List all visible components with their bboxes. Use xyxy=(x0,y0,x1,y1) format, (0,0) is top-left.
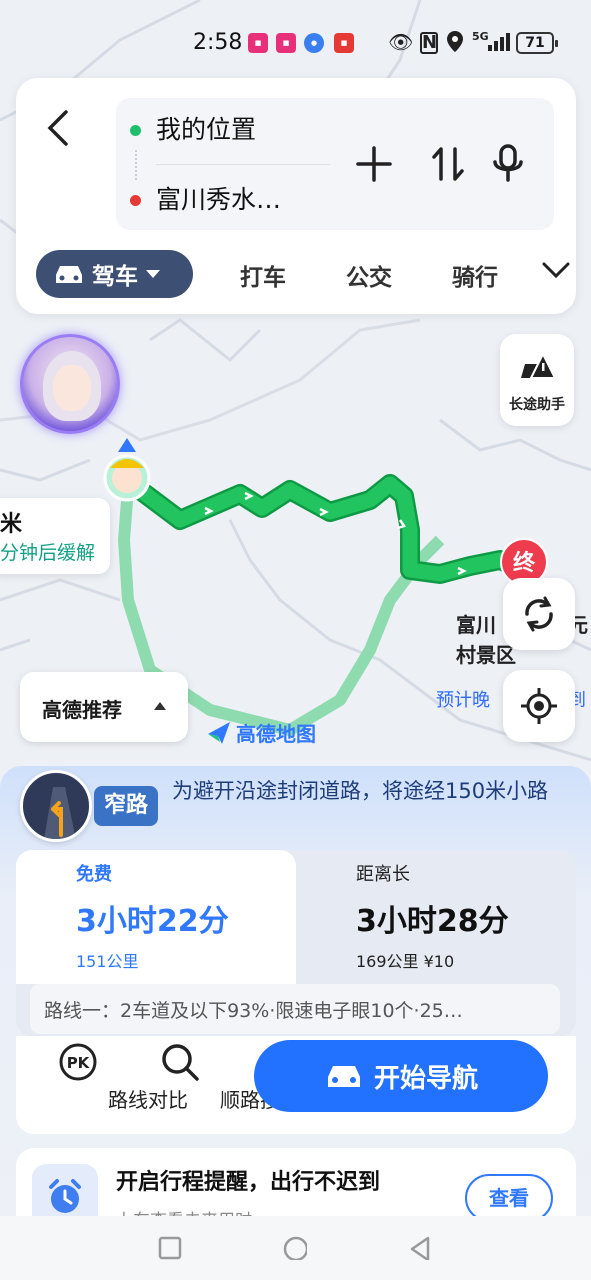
route-2-distance: 169公里 ¥10 xyxy=(356,952,455,971)
action-bar: PK 路线对比 顺路搜 开始导航 xyxy=(16,1036,576,1134)
status-bar: 2:58 ■ ■ ● ■ 👁 N 5G 71 xyxy=(0,28,591,60)
tab-cycling[interactable]: 骑行 xyxy=(452,258,498,292)
travel-mode-tabs: 驾车 打车 公交 骑行 xyxy=(36,248,576,298)
destination-text: 富川秀水… xyxy=(156,185,282,214)
route-search-card: 我的位置 富川秀水… 驾车 打车 公交 骑行 xyxy=(16,78,576,314)
traffic-callout[interactable]: 米 分钟后缓解 xyxy=(0,498,110,574)
eta-text: 预计晚 xyxy=(436,690,490,711)
destination-dot xyxy=(130,195,141,206)
system-nav-bar xyxy=(0,1216,591,1280)
more-modes-button[interactable] xyxy=(541,260,571,284)
input-divider xyxy=(156,164,330,165)
route-1-distance: 151公里 xyxy=(76,952,139,971)
amap-logo-icon xyxy=(208,721,230,744)
amap-logo-text: 高德地图 xyxy=(236,722,316,746)
route-details[interactable]: 路线一：2车道及以下93%·限速电子眼10个·25… xyxy=(30,984,560,1034)
tab-drive[interactable]: 驾车 xyxy=(36,250,193,298)
refresh-route-button[interactable] xyxy=(503,578,575,650)
search-icon xyxy=(162,1044,199,1081)
caret-up-icon xyxy=(154,702,166,710)
along-route-search-button[interactable]: 顺路搜 xyxy=(130,1036,280,1112)
pk-icon: PK xyxy=(59,1043,97,1081)
tab-taxi[interactable]: 打车 xyxy=(240,258,286,292)
chevron-down-icon xyxy=(542,262,570,279)
tab-drive-label: 驾车 xyxy=(92,264,138,290)
crosshair-icon xyxy=(521,688,557,724)
origin-field[interactable]: 我的位置 xyxy=(130,110,350,150)
traffic-distance: 米 xyxy=(0,512,23,537)
long-trip-helper-label: 长途助手 xyxy=(509,397,565,413)
swap-button[interactable] xyxy=(426,142,470,186)
location-pin-icon xyxy=(103,438,151,502)
back-arrow-icon xyxy=(47,110,68,146)
narrow-road-badge: 窄路 xyxy=(94,786,158,826)
app-icon-1: ■ xyxy=(248,33,268,53)
current-location-marker xyxy=(100,436,154,504)
swap-icon xyxy=(432,147,464,181)
route-inputs: 我的位置 富川秀水… xyxy=(116,98,554,230)
refresh-icon xyxy=(525,596,553,632)
avatar-face xyxy=(53,365,91,411)
narrow-road-icon xyxy=(20,770,92,842)
route-option-1[interactable]: 免费 3小时22分 151公里 xyxy=(16,850,296,984)
app-icon-4: ■ xyxy=(334,33,354,53)
amap-logo: 高德地图 xyxy=(206,718,316,747)
route-connector xyxy=(135,150,137,180)
app-icon-2: ■ xyxy=(276,33,296,53)
car-alert-icon xyxy=(521,351,557,379)
start-navigation-button[interactable]: 开始导航 xyxy=(254,1040,548,1112)
route-1-tag: 免费 xyxy=(76,864,112,885)
start-navigation-label: 开始导航 xyxy=(373,1063,478,1094)
route-2-time: 3小时28分 xyxy=(356,904,509,939)
clock: 2:58 xyxy=(193,30,243,55)
voice-button[interactable] xyxy=(486,142,530,186)
plus-icon xyxy=(356,146,392,182)
assistant-avatar[interactable] xyxy=(20,334,120,434)
tab-transit[interactable]: 公交 xyxy=(346,258,392,292)
route-preference-dropdown[interactable]: 高德推荐 xyxy=(20,672,188,742)
view-reminder-button[interactable]: 查看 xyxy=(465,1174,553,1222)
eye-icon: 👁 xyxy=(388,30,414,54)
car-icon xyxy=(56,266,82,283)
traffic-relief-text: 分钟后缓解 xyxy=(0,542,96,564)
caret-down-icon xyxy=(146,270,160,278)
back-nav-button[interactable] xyxy=(408,1236,432,1260)
network-label: 5G xyxy=(472,30,489,43)
alarm-clock-graphic xyxy=(49,1179,81,1213)
app-icon-3: ● xyxy=(304,33,324,53)
route-compare-button[interactable]: PK 路线对比 xyxy=(28,1036,188,1112)
location-icon xyxy=(446,30,464,59)
route-1-time: 3小时22分 xyxy=(76,904,229,939)
home-button[interactable] xyxy=(283,1236,307,1260)
svg-text:PK: PK xyxy=(67,1054,91,1072)
add-waypoint-button[interactable] xyxy=(352,142,396,186)
recent-apps-button[interactable] xyxy=(158,1236,182,1260)
back-button[interactable] xyxy=(44,108,74,148)
route-compare-label: 路线对比 xyxy=(108,1088,188,1112)
route-preference-label: 高德推荐 xyxy=(42,698,122,722)
reminder-title: 开启行程提醒，出行不迟到 xyxy=(116,1170,381,1195)
origin-text: 我的位置 xyxy=(156,115,257,144)
nfc-icon: N xyxy=(420,32,438,54)
locate-me-button[interactable] xyxy=(503,670,575,742)
route-2-tag: 距离长 xyxy=(356,864,410,885)
car-icon xyxy=(327,1066,360,1087)
route-option-2[interactable]: 距离长 3小时28分 169公里 ¥10 xyxy=(296,850,576,984)
origin-dot xyxy=(130,125,141,136)
signal-icon xyxy=(488,32,510,57)
microphone-icon xyxy=(493,144,523,182)
battery-indicator: 71 xyxy=(516,32,558,54)
long-trip-helper-button[interactable]: 长途助手 xyxy=(500,334,574,426)
route-notice-text: 为避开沿途封闭道路，将途经150米小路 xyxy=(172,779,549,803)
destination-label-line1: 富川 xyxy=(456,613,496,637)
destination-field[interactable]: 富川秀水… xyxy=(130,180,350,220)
